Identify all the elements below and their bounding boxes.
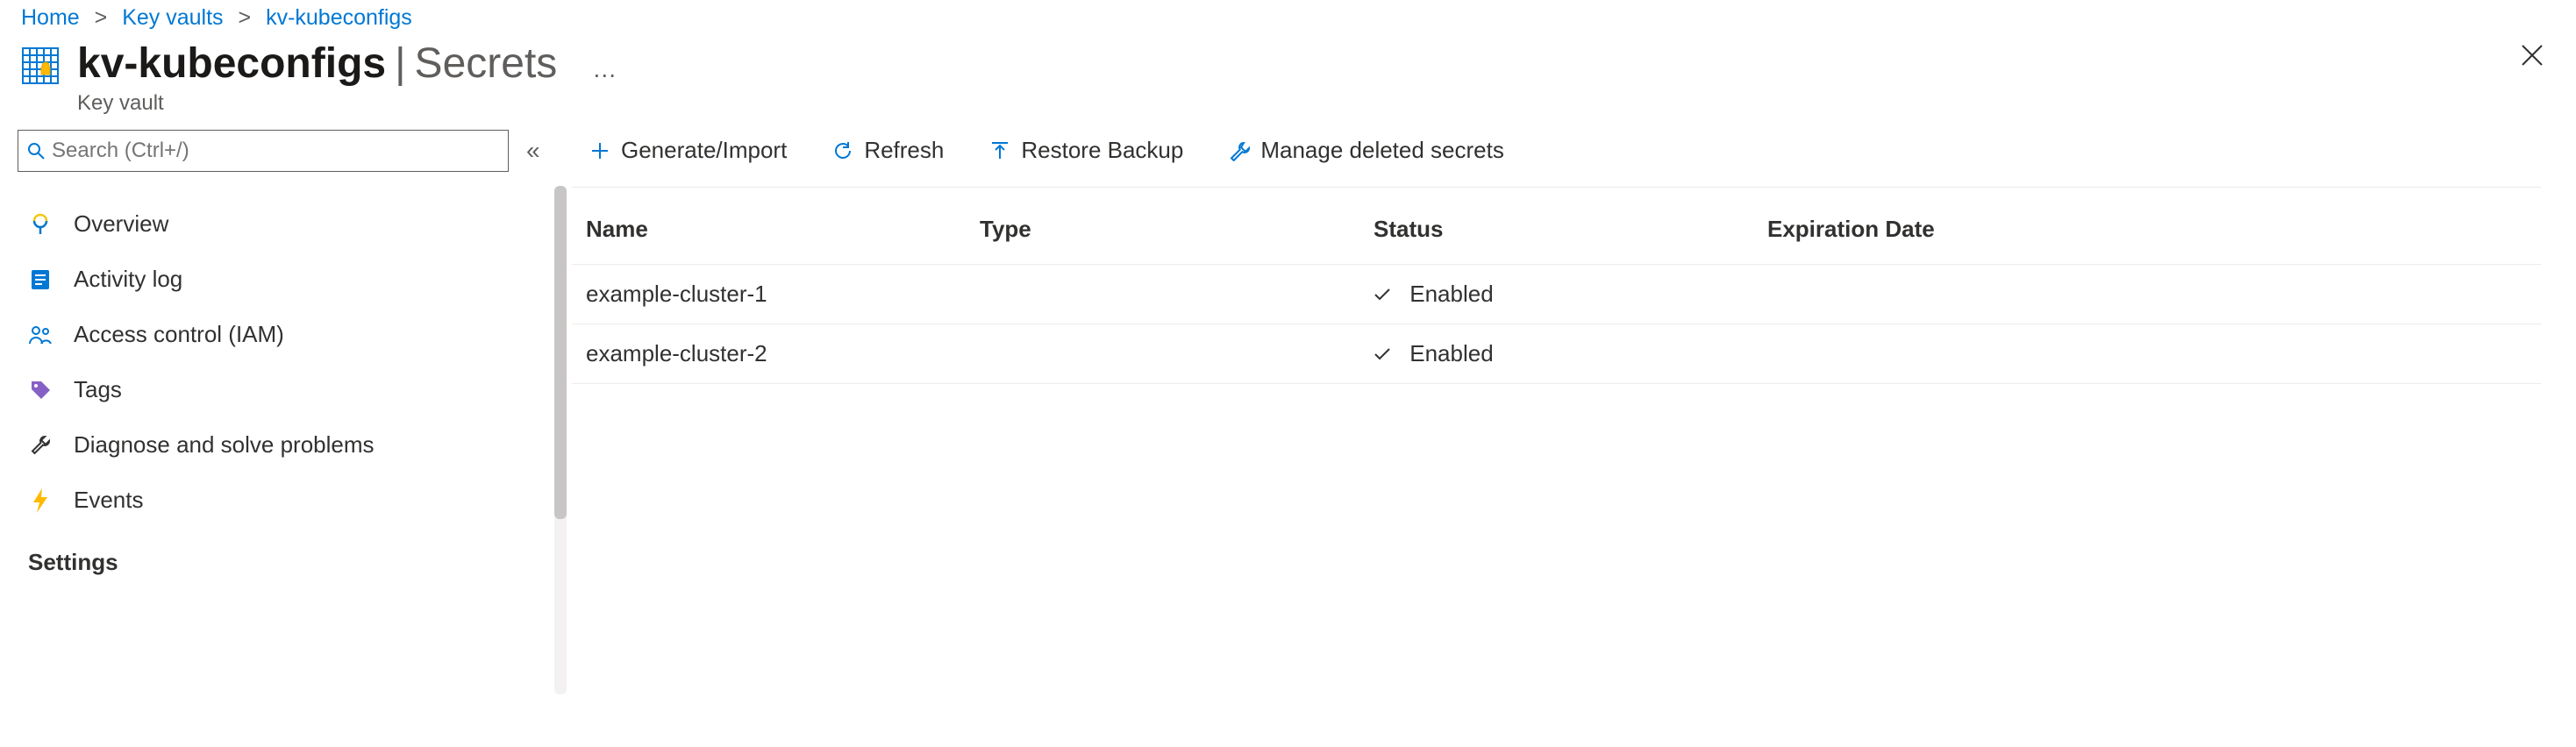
col-status[interactable]: Status (1359, 195, 1753, 265)
col-type[interactable]: Type (966, 195, 1359, 265)
sidebar: « Overview Activity log A (0, 123, 561, 729)
plus-icon (589, 140, 610, 161)
sidebar-item-activity-log[interactable]: Activity log (18, 252, 561, 307)
sidebar-item-diagnose[interactable]: Diagnose and solve problems (18, 417, 561, 473)
col-name[interactable]: Name (572, 195, 966, 265)
sidebar-item-label: Activity log (74, 266, 182, 293)
cell-expiration (1753, 324, 2541, 384)
people-icon (28, 323, 53, 347)
sidebar-scroll-thumb[interactable] (554, 186, 567, 519)
generate-import-button[interactable]: Generate/Import (572, 130, 804, 171)
cell-name: example-cluster-2 (572, 324, 966, 384)
page-section: Secrets (415, 39, 558, 88)
status-text: Enabled (1409, 340, 1493, 366)
refresh-icon (832, 140, 853, 161)
breadcrumb-keyvaults[interactable]: Key vaults (122, 5, 223, 30)
sidebar-item-overview[interactable]: Overview (18, 196, 561, 252)
upload-icon (989, 140, 1010, 161)
breadcrumb-sep: > (239, 5, 252, 30)
cell-type (966, 265, 1359, 324)
lightning-icon (28, 488, 53, 513)
more-actions-button[interactable]: … (592, 55, 618, 83)
search-input[interactable] (52, 139, 499, 163)
toolbar-label: Refresh (864, 137, 944, 164)
cell-status: Enabled (1359, 324, 1753, 384)
close-button[interactable] (2509, 39, 2555, 71)
breadcrumb: Home > Key vaults > kv-kubeconfigs (0, 0, 2576, 39)
sidebar-item-events[interactable]: Events (18, 473, 561, 528)
sidebar-heading-settings: Settings (18, 528, 561, 583)
page-subtitle: Key vault (77, 91, 2509, 116)
sidebar-item-label: Diagnose and solve problems (74, 431, 375, 459)
breadcrumb-home[interactable]: Home (21, 5, 80, 30)
toolbar-label: Manage deleted secrets (1260, 137, 1504, 164)
sidebar-item-label: Overview (74, 210, 168, 238)
check-icon (1374, 281, 1397, 307)
table-row[interactable]: example-cluster-2 Enabled (572, 324, 2541, 384)
keyvault-icon (21, 46, 60, 85)
activity-log-icon (28, 267, 53, 292)
secrets-table: Name Type Status Expiration Date example… (572, 195, 2541, 384)
cell-type (966, 324, 1359, 384)
toolbar-label: Restore Backup (1021, 137, 1183, 164)
sidebar-search[interactable] (18, 130, 509, 172)
restore-backup-button[interactable]: Restore Backup (972, 130, 1201, 171)
sidebar-item-tags[interactable]: Tags (18, 362, 561, 417)
breadcrumb-current[interactable]: kv-kubeconfigs (266, 5, 412, 30)
page-title: kv-kubeconfigs (77, 39, 386, 88)
page-header: kv-kubeconfigs | Secrets … Key vault (0, 39, 2576, 123)
col-expiration[interactable]: Expiration Date (1753, 195, 2541, 265)
collapse-sidebar-button[interactable]: « (526, 137, 540, 165)
sidebar-menu: Overview Activity log Access control (IA… (18, 196, 561, 583)
table-row[interactable]: example-cluster-1 Enabled (572, 265, 2541, 324)
sidebar-item-label: Access control (IAM) (74, 321, 284, 348)
wrench-icon (28, 433, 53, 458)
breadcrumb-sep: > (95, 5, 108, 30)
wrench-icon (1229, 140, 1250, 161)
manage-deleted-button[interactable]: Manage deleted secrets (1211, 130, 1522, 171)
search-icon (27, 142, 45, 160)
status-text: Enabled (1409, 281, 1493, 307)
tag-icon (28, 378, 53, 402)
cell-status: Enabled (1359, 265, 1753, 324)
toolbar-label: Generate/Import (621, 137, 787, 164)
key-icon (28, 212, 53, 237)
title-separator: | (386, 39, 414, 88)
cell-name: example-cluster-1 (572, 265, 966, 324)
check-icon (1374, 340, 1397, 366)
main-content: Generate/Import Refresh Restore Backup M… (561, 123, 2576, 729)
cell-expiration (1753, 265, 2541, 324)
sidebar-item-label: Tags (74, 376, 122, 403)
sidebar-item-label: Events (74, 487, 144, 514)
sidebar-scrollbar[interactable] (554, 186, 567, 694)
refresh-button[interactable]: Refresh (815, 130, 961, 171)
toolbar: Generate/Import Refresh Restore Backup M… (572, 123, 2541, 188)
sidebar-item-iam[interactable]: Access control (IAM) (18, 307, 561, 362)
